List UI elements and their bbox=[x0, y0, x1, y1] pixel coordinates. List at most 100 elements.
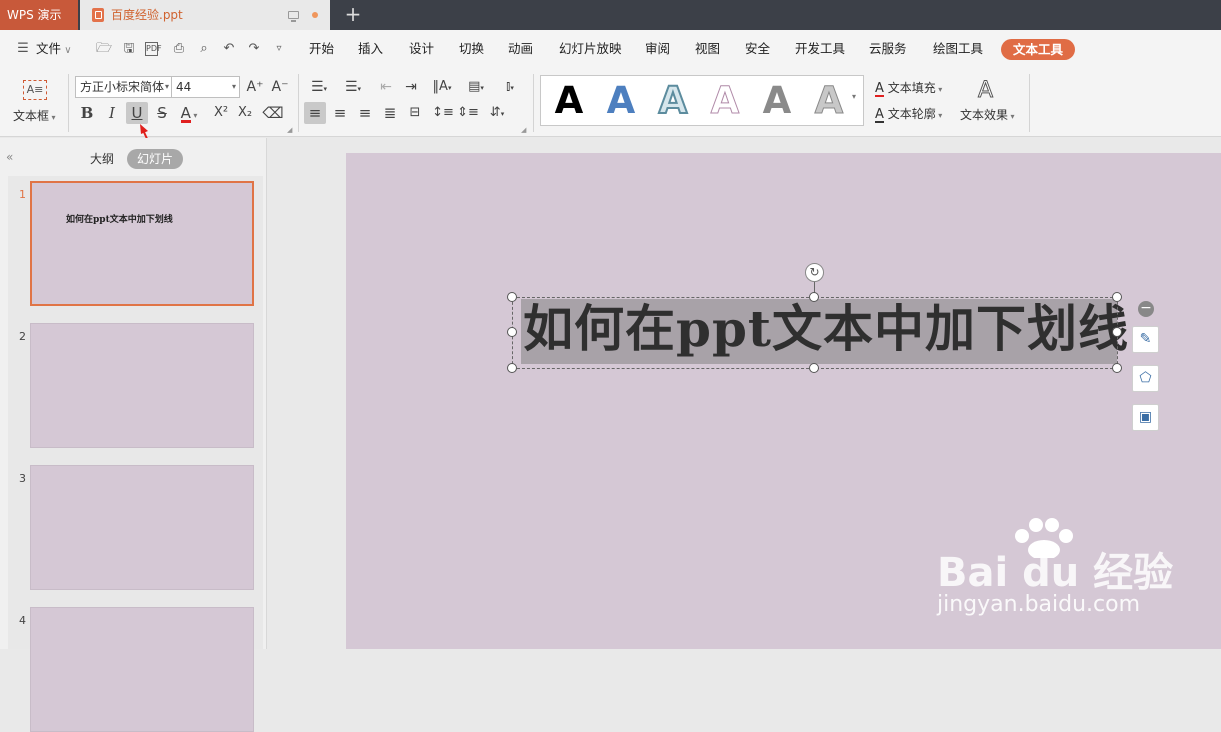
grow-font-button[interactable]: A⁺ bbox=[244, 76, 266, 98]
font-size-select[interactable]: 44 ▾ bbox=[171, 76, 240, 98]
save-icon[interactable]: 🖫 bbox=[120, 41, 138, 57]
print-preview-icon[interactable]: ⌕ bbox=[195, 41, 213, 57]
textbox-button[interactable]: A≡ 文本框 ▾ bbox=[10, 76, 62, 128]
line-spacing-icon[interactable]: ↕≡ bbox=[432, 102, 454, 124]
monitor-icon[interactable] bbox=[288, 11, 299, 22]
menu-item[interactable]: 开发工具 bbox=[795, 41, 845, 57]
title-textbox[interactable] bbox=[512, 297, 1118, 369]
tab-outline[interactable]: 大纲 bbox=[84, 149, 120, 169]
tab-text-tools[interactable]: 文本工具 bbox=[1001, 39, 1075, 60]
slide-thumbnail-4[interactable] bbox=[30, 607, 254, 732]
menu-item[interactable]: 绘图工具 bbox=[933, 41, 983, 57]
menu-item[interactable]: 切换 bbox=[459, 41, 484, 57]
wordart-style-3[interactable]: A bbox=[648, 78, 698, 124]
wordart-style-4[interactable]: A bbox=[700, 78, 750, 124]
menu-item[interactable]: 视图 bbox=[695, 41, 720, 57]
fill-bucket-icon[interactable]: ⬠ bbox=[1132, 365, 1159, 392]
unsaved-dot-icon bbox=[312, 12, 318, 18]
menu-item[interactable]: 开始 bbox=[309, 41, 334, 57]
text-direction-icon[interactable]: ‖A▾ bbox=[428, 76, 456, 98]
text-effect-label: 文本效果 bbox=[960, 108, 1009, 122]
wordart-style-1[interactable]: A bbox=[544, 78, 594, 124]
undo-icon[interactable]: ↶ bbox=[220, 41, 238, 57]
resize-handle[interactable] bbox=[1112, 363, 1122, 373]
clear-format-icon[interactable]: ⌫ bbox=[262, 102, 284, 124]
font-dialog-launcher-icon[interactable]: ◢ bbox=[287, 126, 292, 134]
strikethrough-button[interactable]: S bbox=[151, 102, 173, 124]
slide-thumbnail-3[interactable] bbox=[30, 465, 254, 590]
quick-access-dropdown-icon[interactable]: ▿ bbox=[270, 41, 288, 57]
file-menu[interactable]: 文件 ∨ bbox=[36, 41, 72, 59]
menu-item[interactable]: 审阅 bbox=[645, 41, 670, 57]
align-right-icon[interactable]: ≡ bbox=[354, 102, 376, 124]
resize-handle[interactable] bbox=[507, 292, 517, 302]
menu-item[interactable]: 幻灯片放映 bbox=[559, 41, 622, 57]
bullets-icon[interactable]: ☰▾ bbox=[305, 76, 333, 98]
align-center-icon[interactable]: ≡ bbox=[329, 102, 351, 124]
slide-thumbnail-1[interactable]: 如何在ppt文本中加下划线 bbox=[30, 181, 254, 306]
font-color-button[interactable]: A ▾ bbox=[176, 102, 202, 124]
columns-icon[interactable]: ▤▾ bbox=[462, 76, 490, 98]
redo-icon[interactable]: ↷ bbox=[245, 41, 263, 57]
outline-shape-icon[interactable]: ▣ bbox=[1132, 404, 1159, 431]
menu-item[interactable]: 设计 bbox=[409, 41, 434, 57]
menu-item[interactable]: 插入 bbox=[358, 41, 383, 57]
font-size-value: 44 bbox=[176, 80, 192, 94]
wordart-style-5[interactable]: A bbox=[752, 78, 802, 124]
thumbnail-title: 如何在ppt文本中加下划线 bbox=[66, 215, 173, 225]
bold-button[interactable]: B bbox=[76, 102, 98, 124]
menu-item[interactable]: 安全 bbox=[745, 41, 770, 57]
underline-button[interactable]: U bbox=[126, 102, 148, 124]
slide-number: 2 bbox=[19, 330, 26, 343]
hamburger-icon[interactable]: ☰ bbox=[15, 41, 31, 57]
paragraph-spacing-icon[interactable]: ⇕≡ bbox=[457, 102, 479, 124]
brush-icon[interactable]: ✎ bbox=[1132, 326, 1159, 353]
new-tab-button[interactable]: + bbox=[342, 3, 364, 27]
text-effect-button[interactable]: A 文本效果 ▾ bbox=[960, 78, 1022, 126]
font-family-select[interactable]: 方正小标宋简体 ▾ bbox=[75, 76, 173, 98]
subscript-button[interactable]: X₂ bbox=[234, 102, 256, 124]
italic-button[interactable]: I bbox=[101, 102, 123, 124]
resize-handle[interactable] bbox=[1112, 327, 1122, 337]
resize-handle[interactable] bbox=[809, 363, 819, 373]
menu-item[interactable]: 动画 bbox=[508, 41, 533, 57]
resize-handle[interactable] bbox=[1112, 292, 1122, 302]
document-tab[interactable]: 百度经验.ppt bbox=[80, 0, 330, 30]
numbering-icon[interactable]: ☰▾ bbox=[339, 76, 367, 98]
collapse-toolbar-icon[interactable]: − bbox=[1138, 301, 1154, 317]
resize-handle[interactable] bbox=[809, 292, 819, 302]
gallery-expand-icon[interactable]: ▾ bbox=[852, 92, 856, 101]
paragraph-dialog-launcher-icon[interactable]: ◢ bbox=[521, 126, 526, 134]
distributed-icon[interactable]: ⊟ bbox=[404, 102, 426, 124]
align-text-icon[interactable]: ⫾▾ bbox=[496, 76, 524, 98]
open-folder-icon[interactable]: 🗁 bbox=[95, 41, 113, 57]
text-fill-icon: A bbox=[875, 81, 884, 97]
app-tab[interactable]: WPS 演示 bbox=[0, 0, 78, 30]
superscript-button[interactable]: X² bbox=[210, 102, 232, 124]
slide-thumbnail-2[interactable] bbox=[30, 323, 254, 448]
text-outline-button[interactable]: A 文本轮廓 ▾ bbox=[875, 105, 942, 123]
shrink-font-button[interactable]: A⁻ bbox=[269, 76, 291, 98]
print-icon[interactable]: ⎙ bbox=[170, 41, 188, 57]
resize-handle[interactable] bbox=[507, 327, 517, 337]
decrease-indent-icon[interactable]: ⇤ bbox=[375, 76, 397, 98]
tab-slides[interactable]: 幻灯片 bbox=[127, 149, 183, 169]
spacing-options-icon[interactable]: ⇵▾ bbox=[483, 102, 511, 124]
increase-indent-icon[interactable]: ⇥ bbox=[400, 76, 422, 98]
text-outline-label: 文本轮廓 bbox=[887, 107, 936, 121]
text-outline-icon: A bbox=[875, 107, 884, 123]
presentation-file-icon bbox=[92, 8, 104, 22]
align-left-icon[interactable]: ≡ bbox=[304, 102, 326, 124]
rotate-handle-icon[interactable]: ↻ bbox=[805, 263, 824, 282]
justify-icon[interactable]: ≣ bbox=[379, 102, 401, 124]
watermark-url: jingyan.baidu.com bbox=[937, 592, 1141, 617]
export-pdf-icon[interactable]: PDF bbox=[145, 42, 162, 56]
menu-item[interactable]: 云服务 bbox=[869, 41, 907, 57]
text-fill-button[interactable]: A 文本填充 ▾ bbox=[875, 79, 942, 97]
wordart-style-6[interactable]: A bbox=[804, 78, 854, 124]
collapse-panel-icon[interactable]: « bbox=[6, 150, 13, 164]
textbox-label: 文本框 bbox=[13, 109, 50, 123]
resize-handle[interactable] bbox=[507, 363, 517, 373]
wordart-style-2[interactable]: A bbox=[596, 78, 646, 124]
font-color-letter: A bbox=[180, 104, 191, 123]
